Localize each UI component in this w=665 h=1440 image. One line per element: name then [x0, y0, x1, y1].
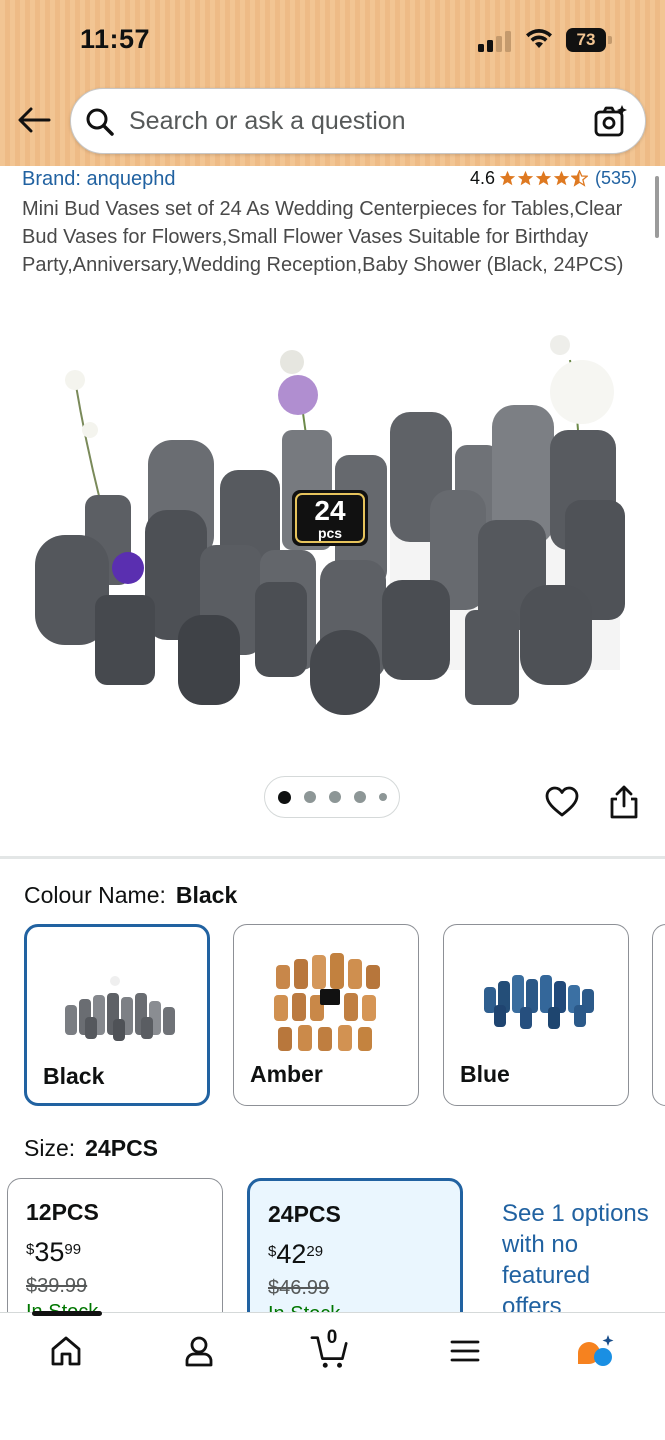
image-badge-unit: pcs — [318, 525, 342, 541]
product-image[interactable]: 24 pcs — [30, 320, 635, 740]
price-currency: $ — [26, 1241, 35, 1258]
rating-count: (535) — [595, 168, 638, 188]
nav-home[interactable] — [46, 1331, 86, 1371]
colour-option-amber[interactable]: Amber — [233, 924, 419, 1106]
battery-icon: 73 — [566, 28, 614, 52]
rufus-ai-icon — [578, 1335, 614, 1366]
colour-option-more[interactable] — [652, 924, 665, 1106]
size-label-text: Size: — [24, 1135, 76, 1161]
section-divider — [0, 856, 665, 859]
pagination-dot[interactable] — [303, 791, 316, 803]
pagination-dot[interactable] — [378, 793, 387, 801]
heart-icon[interactable] — [544, 784, 580, 820]
price-whole: 42 — [276, 1239, 307, 1269]
size-option-price: $3599 — [26, 1237, 81, 1268]
back-arrow-icon — [18, 107, 51, 133]
home-icon — [51, 1336, 81, 1366]
bottom-nav: 0 — [0, 1311, 665, 1440]
app-header: 11:57 73 Search or ask a question — [0, 0, 665, 166]
nav-account[interactable] — [179, 1331, 219, 1371]
product-title: Mini Bud Vases set of 24 As Wedding Cent… — [22, 198, 624, 276]
colour-option-black[interactable]: Black — [24, 924, 210, 1106]
colour-option-blue[interactable]: Blue — [443, 924, 629, 1106]
search-input[interactable]: Search or ask a question — [70, 88, 646, 154]
brand-link[interactable]: Brand: anquephd — [22, 168, 175, 191]
price-fraction: 99 — [64, 1241, 82, 1258]
account-icon — [185, 1336, 213, 1367]
cart-count: 0 — [326, 1327, 338, 1348]
status-time: 11:57 — [80, 24, 151, 54]
size-option-name: 24PCS — [268, 1201, 341, 1227]
pagination-dot[interactable] — [353, 791, 366, 803]
nav-menu[interactable] — [445, 1331, 485, 1371]
cellular-signal-icon — [478, 30, 514, 52]
size-label: Size: 24PCS — [24, 1135, 158, 1162]
size-option-list-price: $39.99 — [26, 1275, 88, 1297]
colour-selected-value: Black — [175, 882, 238, 908]
price-fraction: 29 — [306, 1243, 324, 1260]
active-tab-indicator — [32, 1311, 102, 1316]
pagination-dot[interactable] — [328, 791, 341, 803]
search-placeholder: Search or ask a question — [129, 107, 406, 135]
back-button[interactable] — [14, 100, 54, 140]
battery-level: 73 — [576, 30, 596, 49]
search-icon — [86, 108, 114, 136]
colour-option-name: Blue — [460, 1061, 510, 1087]
wifi-icon — [526, 29, 552, 48]
colour-option-name: Black — [43, 1063, 105, 1089]
rating-summary[interactable]: 4.6 (535) — [470, 168, 637, 189]
colour-option-thumbnail — [274, 953, 380, 1051]
colour-option-name: Amber — [250, 1061, 323, 1087]
menu-icon — [450, 1340, 480, 1362]
colour-option-thumbnail — [484, 975, 594, 1029]
image-badge-number: 24 — [314, 495, 346, 526]
colour-label-text: Colour Name: — [24, 882, 166, 908]
camera-scan-icon[interactable] — [593, 103, 629, 139]
colour-label: Colour Name: Black — [24, 882, 237, 909]
scrollbar[interactable] — [655, 176, 659, 238]
price-whole: 35 — [34, 1237, 65, 1267]
pagination-dot[interactable] — [277, 790, 291, 804]
image-pagination[interactable] — [264, 776, 400, 818]
size-option-list-price: $46.99 — [268, 1277, 330, 1299]
nav-cart[interactable]: 0 — [310, 1327, 350, 1371]
nav-rufus[interactable] — [576, 1331, 616, 1371]
colour-option-thumbnail — [65, 976, 175, 1041]
see-more-options-link[interactable]: See 1 options with no featured offers — [502, 1198, 652, 1322]
price-currency: $ — [268, 1243, 277, 1260]
size-selected-value: 24PCS — [85, 1135, 159, 1161]
share-icon[interactable] — [606, 784, 642, 820]
size-option-price: $4229 — [268, 1239, 323, 1270]
rating-value: 4.6 — [470, 168, 496, 188]
star-rating-icon — [499, 170, 589, 187]
size-option-name: 12PCS — [26, 1199, 99, 1225]
